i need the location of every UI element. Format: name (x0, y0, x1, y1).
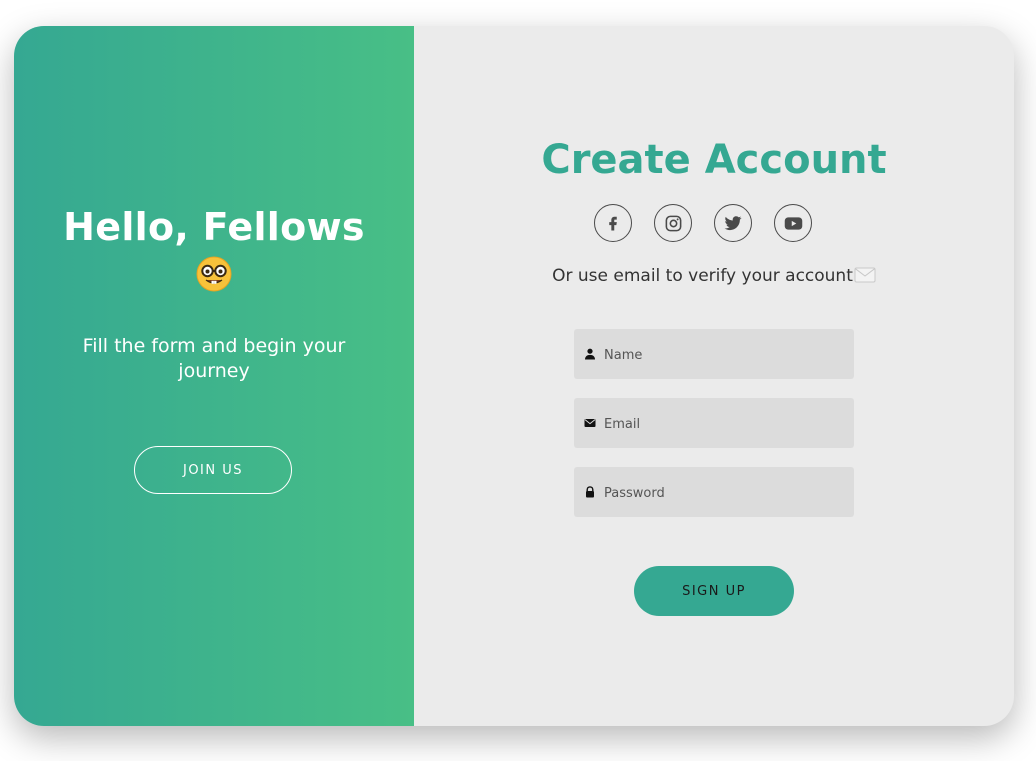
name-field[interactable] (574, 329, 854, 381)
twitter-button[interactable] (714, 204, 752, 242)
password-field[interactable] (574, 467, 854, 519)
user-icon (585, 348, 595, 360)
signup-card: Hello, Fellows Fill the form and begin y… (14, 26, 1014, 726)
welcome-heading: Hello, Fellows (14, 204, 414, 302)
email-helper-label: Or use email to verify your account (552, 266, 853, 286)
youtube-button[interactable] (774, 204, 812, 242)
email-helper-text: Or use email to verify your account (414, 266, 1014, 286)
envelope-icon (854, 267, 876, 283)
sign-up-button[interactable]: SIGN UP (634, 566, 794, 616)
envelope-icon (584, 419, 596, 427)
twitter-icon (724, 216, 742, 231)
name-input[interactable] (602, 329, 846, 381)
password-input[interactable] (602, 467, 846, 519)
lock-icon (586, 486, 594, 498)
welcome-title: Hello, Fellows (63, 205, 365, 249)
youtube-icon (784, 216, 802, 230)
email-field[interactable] (574, 398, 854, 450)
welcome-panel: Hello, Fellows Fill the form and begin y… (14, 26, 414, 726)
instagram-icon (665, 215, 681, 231)
instagram-button[interactable] (654, 204, 692, 242)
facebook-icon (609, 216, 617, 231)
facebook-button[interactable] (594, 204, 632, 242)
signup-panel: Create Account Or use email to verify yo… (414, 26, 1014, 726)
nerd-face-icon (196, 256, 232, 292)
join-us-button[interactable]: JOIN US (134, 446, 292, 494)
email-input[interactable] (602, 398, 846, 450)
welcome-subtitle: Fill the form and begin your journey (82, 335, 346, 382)
page-title: Create Account (541, 137, 887, 183)
